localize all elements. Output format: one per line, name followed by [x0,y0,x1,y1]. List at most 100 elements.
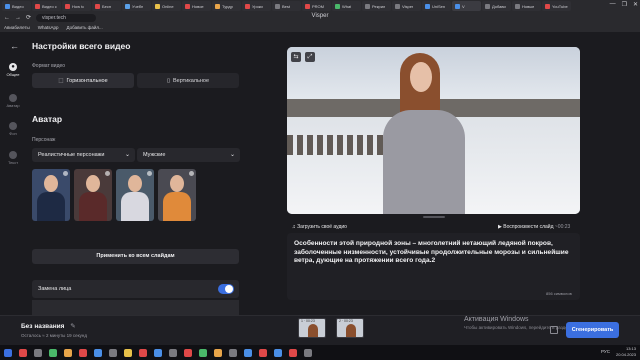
taskbar-app-icon[interactable] [79,348,87,357]
info-badge-icon[interactable] [63,171,68,176]
browser-tab[interactable]: UniSen [422,1,451,11]
tab-favicon-icon [305,3,310,9]
characters-label: Персонаж [32,137,56,143]
avatar-thumbnail[interactable] [32,169,70,221]
taskbar-app-icon[interactable] [229,348,237,357]
browser-tab[interactable]: Новое [182,1,211,11]
play-slide-button[interactable]: ▶ Воспроизвести слайд ~00:23 [498,224,570,230]
presenter-body [383,110,465,214]
taskbar-app-icon[interactable] [274,348,282,357]
sidebar-item-general[interactable]: ● Общее [0,63,26,77]
toggle-knob [225,285,233,293]
slide-thumbnail-2[interactable]: 2 · 00:23 [336,318,364,338]
browser-tab[interactable]: Online [152,1,181,11]
browser-tab[interactable]: Новые [512,1,541,11]
browser-tab[interactable]: Уроки [242,1,271,11]
avatar-thumbnail[interactable] [74,169,112,221]
bookmarks-bar: Авиабилеты WhatsApp Добавить файл... [0,23,640,32]
taskbar-app-icon[interactable] [34,348,42,357]
back-arrow-icon[interactable]: ← [10,41,19,51]
bookmark-add-file[interactable]: Добавить файл... [67,25,103,30]
system-clock[interactable]: 13:13 20.04.2023 [616,346,636,358]
generate-button[interactable]: Сгенерировать [566,322,619,338]
fullscreen-icon[interactable]: ⤢ [305,52,315,62]
taskbar-app-icon[interactable] [214,348,222,357]
slide-thumbnail-1[interactable]: 1 · 00:23 [298,318,326,338]
tab-label: Бесп [102,3,112,9]
pencil-icon[interactable]: ✎ [70,323,75,330]
play-duration: ~00:23 [554,224,571,230]
settings-title: Настройки всего видео [32,41,131,51]
format-horizontal-button[interactable]: ⬚ Горизонтальное [32,73,134,88]
browser-tab[interactable]: Учебн [122,1,151,11]
tab-favicon-icon [95,3,100,9]
taskbar-app-icon[interactable] [64,348,72,357]
tab-favicon-icon [65,3,70,9]
format-label: Формат видео [32,63,66,69]
browser-tab[interactable]: Рекрил [362,1,391,11]
format-vertical-button[interactable]: ▯ Вертикальное [137,73,239,88]
bookmark-whatsapp[interactable]: WhatsApp [38,25,59,30]
avatar-body [37,192,65,221]
taskbar-app-icon[interactable] [304,348,312,357]
tab-label: Новое [192,3,204,9]
browser-tab[interactable]: Видео [2,1,31,11]
sidebar-item-background[interactable]: Фон [0,122,26,136]
taskbar-app-icon[interactable] [289,348,297,357]
upload-audio-button[interactable]: ♫ Загрузить своё аудио [292,224,347,230]
script-text[interactable]: Особенности этой природной зоны – многол… [294,240,576,266]
taskbar-app-icon[interactable] [244,348,252,357]
start-menu-icon[interactable] [4,348,12,357]
browser-tab[interactable]: Visper [392,1,421,11]
image-icon [9,122,17,130]
avatar-thumbnail[interactable] [116,169,154,221]
sidebar-item-avatar[interactable]: Аватар [0,94,26,108]
tab-label: What [342,3,352,9]
close-icon[interactable]: ✕ [633,1,638,8]
taskbar-app-icon[interactable] [124,348,132,357]
info-badge-icon[interactable] [147,171,152,176]
taskbar-app-icon[interactable] [139,348,147,357]
browser-tab[interactable]: Видео с [32,1,61,11]
layout-toggle-icon[interactable]: ⇆ [291,52,301,62]
apply-to-all-slides-button[interactable]: Применить ко всем слайдам [32,249,239,264]
taskbar-app-icon[interactable] [259,348,267,357]
browser-tab[interactable]: Best [272,1,301,11]
resize-handle[interactable] [423,216,445,218]
taskbar-app-icon[interactable] [49,348,57,357]
stop-square-icon[interactable] [550,326,558,334]
taskbar-app-icon[interactable] [184,348,192,357]
language-indicator[interactable]: РУС [601,349,610,354]
taskbar-app-icon[interactable] [199,348,207,357]
info-badge-icon[interactable] [105,171,110,176]
tab-label: PROM [312,3,324,9]
taskbar-app-icon[interactable] [109,348,117,357]
taskbar-app-icon[interactable] [94,348,102,357]
minimize-icon[interactable]: — [610,1,616,8]
avatar-thumbnail[interactable] [158,169,196,221]
chevron-down-icon: ⌄ [124,152,130,158]
browser-tab[interactable]: YouTube [542,1,571,11]
browser-tab[interactable]: How to [62,1,91,11]
bookmark-aviabilety[interactable]: Авиабилеты [4,25,30,30]
tab-favicon-icon [5,3,10,9]
browser-tab[interactable]: Бесп [92,1,121,11]
browser-tab[interactable]: PROM [302,1,331,11]
sidebar-item-label: Фон [9,131,17,136]
info-badge-icon[interactable] [189,171,194,176]
play-slide-label: Воспроизвести слайд [503,224,554,230]
browser-tab[interactable]: V [452,1,481,11]
sidebar-item-text[interactable]: Текст [0,151,26,165]
maximize-icon[interactable]: ❐ [622,1,627,8]
browser-tab[interactable]: Турдр [212,1,241,11]
taskbar-app-icon[interactable] [154,348,162,357]
project-name[interactable]: Без названия ✎ [21,322,76,330]
gender-dropdown[interactable]: Мужские ⌄ [137,148,240,162]
browser-tab[interactable]: What [332,1,361,11]
taskbar-app-icon[interactable] [169,348,177,357]
tab-label: Уроки [252,3,263,9]
face-swap-toggle[interactable] [218,284,234,294]
browser-tab[interactable]: Добави [482,1,511,11]
character-style-dropdown[interactable]: Реалистичные персонажи ⌄ [32,148,135,162]
taskbar-app-icon[interactable] [19,348,27,357]
